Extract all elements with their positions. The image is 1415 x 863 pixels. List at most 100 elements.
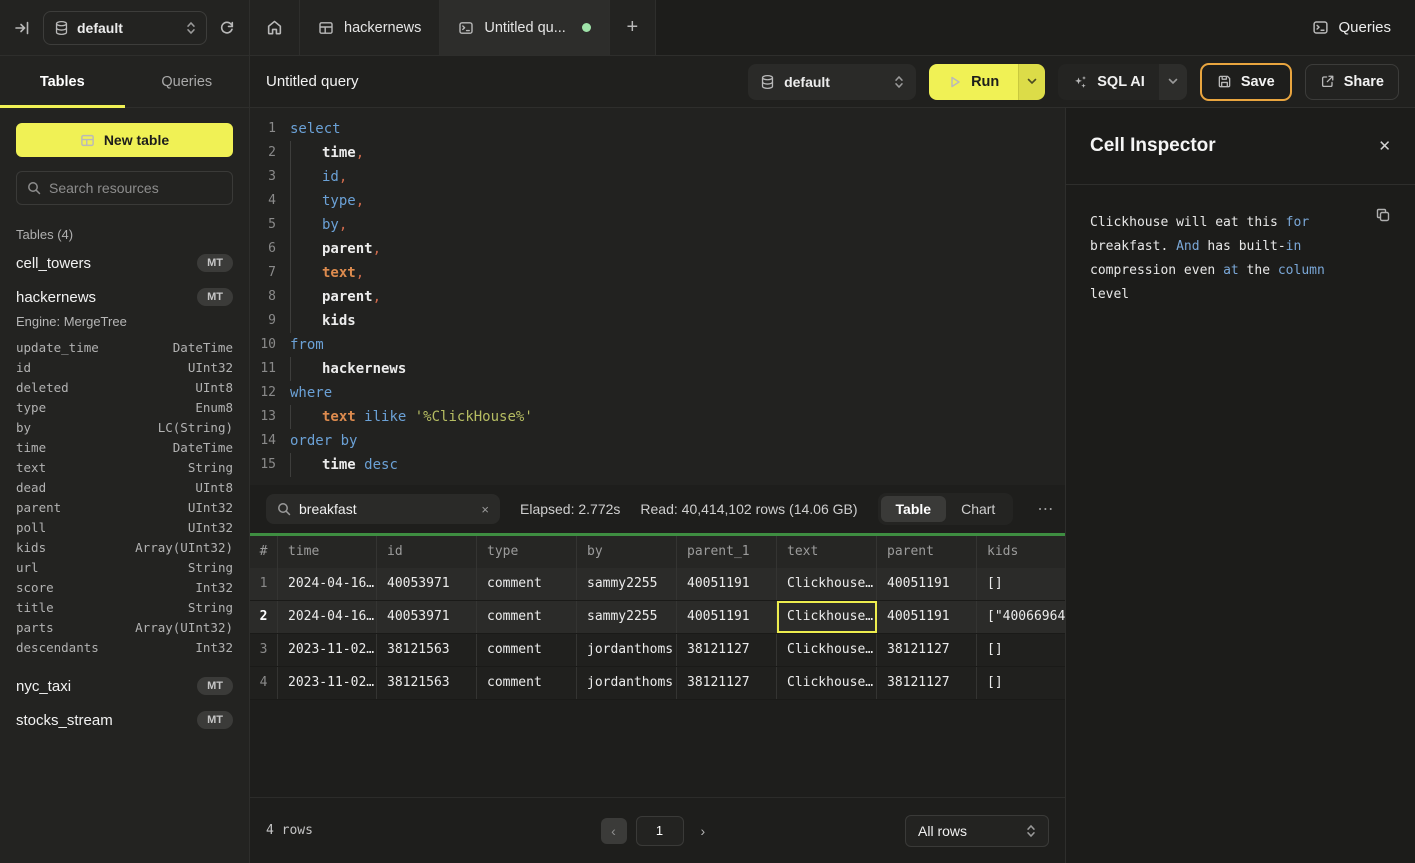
schema-column-row[interactable]: partsArray(UInt32) [0,617,249,637]
table-cell[interactable]: sammy2255 [577,568,677,600]
table-cell[interactable]: 2024-04-16… [278,601,377,633]
table-cell[interactable]: 2023-11-02… [278,634,377,666]
table-cell[interactable]: Clickhouse… [777,601,877,633]
tab-hackernews[interactable]: hackernews [300,0,440,55]
table-cell[interactable]: 38121127 [677,667,777,699]
schema-column-row[interactable]: deletedUInt8 [0,377,249,397]
schema-column-row[interactable]: update_timeDateTime [0,337,249,357]
sql-ai-options-button[interactable] [1159,64,1187,100]
new-table-button[interactable]: New table [16,123,233,157]
editor-line: 1select [250,117,1065,141]
more-options-icon[interactable]: ⋯ [1033,499,1058,519]
save-button[interactable]: Save [1200,63,1292,101]
schema-column-row[interactable]: textString [0,457,249,477]
new-tab-button[interactable]: + [610,0,656,55]
column-header[interactable]: parent [877,536,977,568]
table-cell[interactable]: 40051191 [677,568,777,600]
schema-column-row[interactable]: descendantsInt32 [0,637,249,657]
page-number-input[interactable] [636,816,684,846]
table-cell[interactable]: comment [477,667,577,699]
schema-column-row[interactable]: kidsArray(UInt32) [0,537,249,557]
column-header[interactable]: parent_1 [677,536,777,568]
schema-column-row[interactable]: parentUInt32 [0,497,249,517]
code-line: where [290,381,332,405]
run-options-button[interactable] [1018,64,1045,100]
table-cell[interactable]: [] [977,568,1065,600]
next-page-button[interactable]: › [693,823,714,839]
table-cell[interactable]: Clickhouse… [777,667,877,699]
schema-column-row[interactable]: pollUInt32 [0,517,249,537]
schema-column-row[interactable]: urlString [0,557,249,577]
column-header[interactable]: by [577,536,677,568]
table-cell[interactable]: 38121563 [377,634,477,666]
table-cell[interactable]: 38121127 [677,634,777,666]
table-cell[interactable]: 40051191 [877,568,977,600]
sidebar-table-stocks-stream[interactable]: stocks_stream MT [0,703,249,737]
schema-column-row[interactable]: typeEnum8 [0,397,249,417]
table-row[interactable]: 32023-11-02…38121563commentjordanthoms38… [250,634,1065,667]
table-cell[interactable]: 38121563 [377,667,477,699]
schema-column-row[interactable]: titleString [0,597,249,617]
collapse-sidebar-icon[interactable] [14,20,31,36]
share-button[interactable]: Share [1305,64,1399,100]
schema-column-row[interactable]: timeDateTime [0,437,249,457]
database-selector[interactable]: default [43,11,207,45]
schema-column-row[interactable]: byLC(String) [0,417,249,437]
table-cell[interactable]: comment [477,634,577,666]
table-cell[interactable]: comment [477,568,577,600]
table-cell[interactable]: 40051191 [677,601,777,633]
table-cell[interactable]: Clickhouse… [777,568,877,600]
column-header[interactable]: type [477,536,577,568]
schema-column-row[interactable]: deadUInt8 [0,477,249,497]
table-row[interactable]: 42023-11-02…38121563commentjordanthoms38… [250,667,1065,700]
view-tab-table[interactable]: Table [881,496,947,522]
schema-column-row[interactable]: idUInt32 [0,357,249,377]
column-header[interactable]: time [278,536,377,568]
table-cell[interactable]: 40053971 [377,601,477,633]
table-cell[interactable]: 2024-04-16… [278,568,377,600]
table-cell[interactable]: 40053971 [377,568,477,600]
sidebar-table-hackernews[interactable]: hackernews MT [0,280,249,314]
table-row[interactable]: 12024-04-16…40053971commentsammy22554005… [250,568,1065,601]
hackernews-columns: update_timeDateTimeidUInt32deletedUInt8t… [0,337,249,669]
refresh-icon[interactable] [219,20,235,36]
tab-home[interactable] [250,0,300,55]
table-cell[interactable]: sammy2255 [577,601,677,633]
previous-page-button[interactable]: ‹ [601,818,627,844]
table-cell[interactable]: comment [477,601,577,633]
table-cell[interactable]: 38121127 [877,667,977,699]
view-tab-chart[interactable]: Chart [946,496,1010,522]
schema-column-row[interactable]: scoreInt32 [0,577,249,597]
sidebar-table-nyc-taxi[interactable]: nyc_taxi MT [0,669,249,703]
results-search-input[interactable] [299,501,473,517]
page-size-selector[interactable]: All rows [905,815,1049,847]
table-cell[interactable]: [] [977,634,1065,666]
table-cell[interactable]: 40051191 [877,601,977,633]
tab-untitled-query[interactable]: Untitled qu... [440,0,609,55]
resource-search-input[interactable] [49,180,222,196]
column-header[interactable]: kids [977,536,1065,568]
column-header[interactable]: # [250,536,278,568]
table-cell[interactable]: jordanthoms [577,667,677,699]
table-cell[interactable]: ["40066964… [977,601,1065,633]
column-header[interactable]: text [777,536,877,568]
queries-button[interactable]: Queries [1312,19,1391,36]
database-selector[interactable]: default [748,64,916,100]
sidebar-table-cell-towers[interactable]: cell_towers MT [0,246,249,280]
line-number: 3 [250,165,276,189]
close-icon[interactable]: ✕ [1378,137,1391,155]
table-cell[interactable]: [] [977,667,1065,699]
table-cell[interactable]: jordanthoms [577,634,677,666]
table-cell[interactable]: Clickhouse… [777,634,877,666]
table-row[interactable]: 22024-04-16…40053971commentsammy22554005… [250,601,1065,634]
run-button[interactable]: Run [929,64,1018,100]
sidebar-tab-queries[interactable]: Queries [125,56,250,107]
column-header[interactable]: id [377,536,477,568]
copy-icon[interactable] [1375,207,1391,223]
sql-editor[interactable]: 1select2time,3id,4type,5by,6parent,7text… [250,108,1065,485]
sql-ai-button[interactable]: SQL AI [1058,64,1159,100]
clear-search-icon[interactable]: × [481,502,489,517]
sidebar-tab-tables[interactable]: Tables [0,56,125,107]
table-cell[interactable]: 2023-11-02… [278,667,377,699]
table-cell[interactable]: 38121127 [877,634,977,666]
